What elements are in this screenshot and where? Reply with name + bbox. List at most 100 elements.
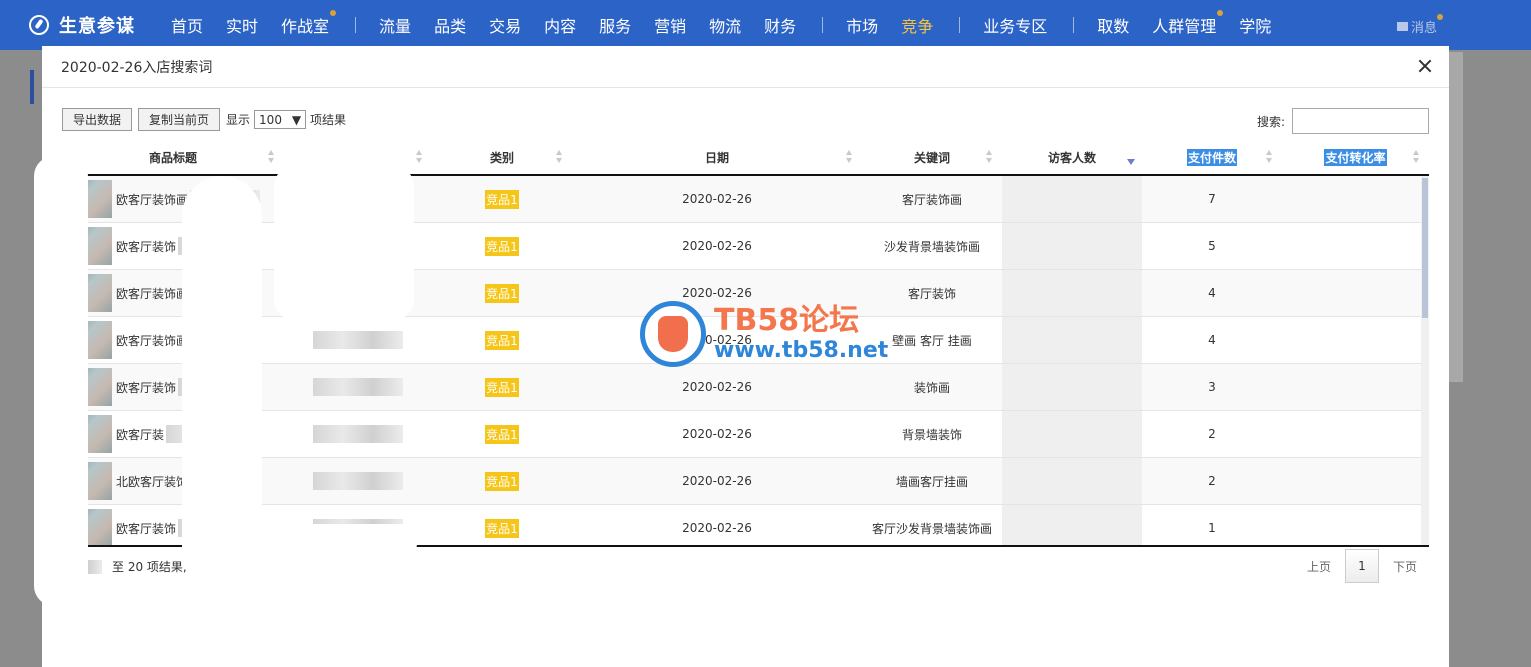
keyword-cell: 墙画客厅挂画 xyxy=(895,474,968,489)
nav-item-market[interactable]: 市场 xyxy=(846,13,878,37)
conversion-rate-cell xyxy=(1282,176,1429,222)
column-label: 关键词 xyxy=(913,150,950,165)
category-cell: 竞品1 xyxy=(432,364,572,410)
conversion-rate-cell xyxy=(1282,458,1429,504)
background-page-marker xyxy=(30,70,34,104)
product-title-text[interactable]: 欧客厅装 xyxy=(116,426,164,443)
keyword-cell: 壁画 客厅 挂画 xyxy=(892,333,972,348)
close-icon[interactable] xyxy=(1417,58,1433,74)
page-size-select[interactable]: 100 ▼ xyxy=(254,110,307,129)
visitors-cell-redacted xyxy=(1002,411,1142,457)
paid-items-cell: 7 xyxy=(1208,192,1216,206)
column-header-paid-items[interactable]: 支付件数 xyxy=(1142,140,1282,174)
export-data-button[interactable]: 导出数据 xyxy=(62,108,133,131)
product-title-text[interactable]: 欧客厅装饰 xyxy=(116,238,176,255)
nav-item-service[interactable]: 服务 xyxy=(599,13,631,37)
column-header-keyword[interactable]: 关键词 xyxy=(862,140,1002,174)
category-tag: 竞品1 xyxy=(485,518,519,538)
redacted-text xyxy=(313,378,403,396)
redacted-text xyxy=(313,425,403,443)
column-label: 支付件数 xyxy=(1186,148,1237,166)
date-cell: 2020-02-26 xyxy=(682,192,752,206)
column-header-date[interactable]: 日期 xyxy=(572,140,862,174)
paid-items-cell: 2 xyxy=(1208,427,1216,441)
nav-item-business-zone[interactable]: 业务专区 xyxy=(983,13,1047,37)
category-cell: 竞品1 xyxy=(432,223,572,269)
visitors-cell-redacted xyxy=(1002,458,1142,504)
redacted-cell xyxy=(284,411,432,457)
visitors-cell-redacted xyxy=(1002,317,1142,363)
category-cell: 竞品1 xyxy=(432,505,572,545)
table-row[interactable]: 北欧客厅装饰 竞品1 2020-02-26 墙画客厅挂画 2 xyxy=(62,458,1429,505)
nav-divider xyxy=(959,17,961,33)
keyword-cell: 背景墙装饰 xyxy=(901,427,962,442)
conversion-rate-cell xyxy=(1282,505,1429,545)
visitors-cell-redacted xyxy=(1002,223,1142,269)
product-title-text[interactable]: 欧客厅装饰 xyxy=(116,520,176,537)
paid-items-cell: 5 xyxy=(1208,239,1216,253)
table-scrollbar[interactable] xyxy=(1421,176,1429,545)
nav-item-category[interactable]: 品类 xyxy=(434,13,466,37)
table-row[interactable]: 欧客厅装饰 竞品1 2020-02-26 装饰画 3 xyxy=(62,364,1429,411)
product-title-text[interactable]: 欧客厅装饰画 xyxy=(116,285,188,302)
table-row[interactable]: 欧客厅装 竞品1 2020-02-26 背景墙装饰 2 xyxy=(62,411,1429,458)
nav-item-content[interactable]: 内容 xyxy=(544,13,576,37)
data-table: 商品标题 类别 日期 关键词 访客人数 支付件数 支付转化率 欧客厅装饰画 竞品1… xyxy=(62,140,1429,547)
next-page-button[interactable]: 下页 xyxy=(1381,558,1429,575)
table-row[interactable]: 欧客厅装饰画 竞品1 2020-02-26 客厅装饰画 7 xyxy=(62,176,1429,223)
results-label: 项结果 xyxy=(310,113,347,127)
sort-icon xyxy=(268,150,275,164)
compass-icon xyxy=(29,15,49,35)
scrollbar-thumb[interactable] xyxy=(1422,178,1428,318)
column-label: 日期 xyxy=(704,150,729,165)
column-label: 类别 xyxy=(489,150,514,165)
logo[interactable]: 生意参谋 xyxy=(29,12,135,38)
product-title-text[interactable]: 欧客厅装饰 xyxy=(116,379,176,396)
nav-item-fetch-data[interactable]: 取数 xyxy=(1097,13,1129,37)
nav-item-academy[interactable]: 学院 xyxy=(1239,13,1271,37)
visitors-cell-redacted xyxy=(1002,176,1142,222)
column-header-category[interactable]: 类别 xyxy=(432,140,572,174)
category-tag: 竞品1 xyxy=(485,471,519,491)
nav-item-realtime[interactable]: 实时 xyxy=(226,13,258,37)
current-page-button[interactable]: 1 xyxy=(1344,549,1379,583)
category-cell: 竞品1 xyxy=(432,458,572,504)
prev-page-button[interactable]: 上页 xyxy=(1295,558,1343,575)
nav-divider xyxy=(355,17,357,33)
product-title-text[interactable]: 欧客厅装饰画 xyxy=(116,191,188,208)
table-row[interactable]: 欧客厅装饰 竞品1 2020-02-26 沙发背景墙装饰画 5 xyxy=(62,223,1429,270)
nav-item-traffic[interactable]: 流量 xyxy=(379,13,411,37)
nav-item-finance[interactable]: 财务 xyxy=(764,13,796,37)
category-cell: 竞品1 xyxy=(432,317,572,363)
visitors-cell-redacted xyxy=(1002,505,1142,545)
nav-item-marketing[interactable]: 营销 xyxy=(654,13,686,37)
category-tag: 竞品1 xyxy=(485,424,519,444)
nav-item-logistics[interactable]: 物流 xyxy=(709,13,741,37)
show-label: 显示 xyxy=(226,113,251,127)
product-title-text[interactable]: 欧客厅装饰画 xyxy=(116,332,188,349)
nav-item-home[interactable]: 首页 xyxy=(171,13,203,37)
nav-divider xyxy=(1073,17,1075,33)
nav-item-competition[interactable]: 竞争 xyxy=(901,13,933,37)
column-header-visitors[interactable]: 访客人数 xyxy=(1002,140,1142,174)
messages-link[interactable]: 消息 xyxy=(1396,14,1443,36)
column-label: 访客人数 xyxy=(1047,150,1096,165)
copy-current-page-button[interactable]: 复制当前页 xyxy=(138,108,221,131)
page-size-value: 100 xyxy=(259,112,282,127)
nav-item-crowd-management[interactable]: 人群管理 xyxy=(1152,10,1224,37)
notification-dot xyxy=(1217,10,1224,16)
table-search: 搜索: xyxy=(1257,108,1429,134)
category-cell: 竞品1 xyxy=(432,270,572,316)
search-input[interactable] xyxy=(1292,108,1429,134)
nav-item-war-room[interactable]: 作战室 xyxy=(281,10,337,37)
modal-title: 2020-02-26入店搜索词 xyxy=(61,59,213,76)
redacted-text xyxy=(313,331,403,349)
column-header-product-title[interactable]: 商品标题 xyxy=(62,140,284,174)
table-row[interactable]: 欧客厅装饰画 竞品1 2020-02-26 客厅装饰 4 xyxy=(62,270,1429,317)
table-row[interactable]: 欧客厅装饰画 竞品1 2020-02-26 壁画 客厅 挂画 4 xyxy=(62,317,1429,364)
product-title-text[interactable]: 北欧客厅装饰 xyxy=(116,473,188,490)
notification-dot xyxy=(1437,14,1443,20)
nav-item-trade[interactable]: 交易 xyxy=(489,13,521,37)
nav-divider xyxy=(822,17,824,33)
column-header-conversion-rate[interactable]: 支付转化率 xyxy=(1282,140,1429,174)
